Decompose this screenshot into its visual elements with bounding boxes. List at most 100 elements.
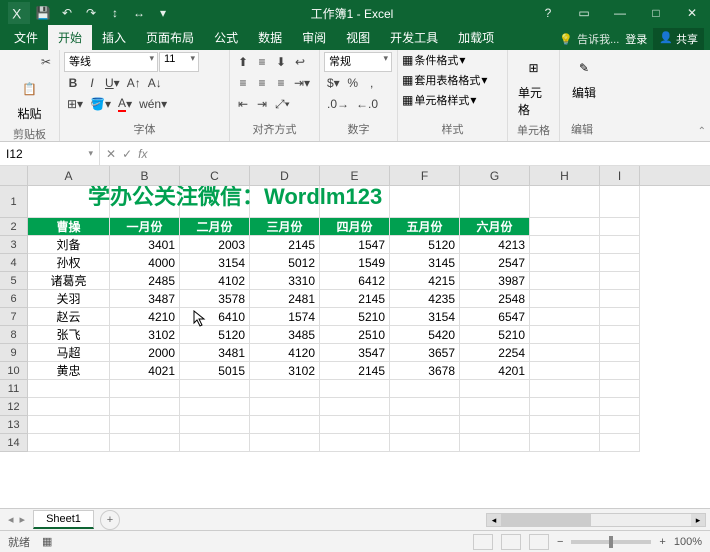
cell[interactable]: 1549 [320, 254, 390, 272]
cell[interactable]: 2481 [250, 290, 320, 308]
cell[interactable]: 曹操 [28, 218, 110, 236]
cell[interactable]: 2000 [110, 344, 180, 362]
sheet-tab[interactable]: Sheet1 [33, 510, 94, 529]
ribbon-options-icon[interactable]: ▭ [566, 3, 602, 23]
cell[interactable] [600, 326, 640, 344]
cell[interactable]: 2254 [460, 344, 530, 362]
comma-icon[interactable]: , [363, 73, 381, 93]
cell[interactable]: 3154 [180, 254, 250, 272]
cell[interactable]: 2485 [110, 272, 180, 290]
cell[interactable] [110, 434, 180, 452]
orientation-icon[interactable]: ⤢▾ [272, 94, 293, 114]
cell[interactable]: 3102 [250, 362, 320, 380]
arrow1-icon[interactable]: ↕ [104, 3, 126, 23]
cell[interactable]: 5210 [320, 308, 390, 326]
cell[interactable]: 3154 [390, 308, 460, 326]
save-icon[interactable]: 💾 [32, 3, 54, 23]
name-box[interactable]: ▾ [0, 142, 100, 165]
cell[interactable] [250, 434, 320, 452]
cell[interactable]: 5120 [180, 326, 250, 344]
cell[interactable] [390, 416, 460, 434]
cell[interactable]: 3310 [250, 272, 320, 290]
edit-button[interactable]: ✎ 编辑 [564, 52, 604, 103]
zoom-level[interactable]: 100% [674, 536, 702, 548]
cell[interactable]: 赵云 [28, 308, 110, 326]
row-header[interactable]: 10 [0, 362, 28, 380]
cell[interactable]: 四月份 [320, 218, 390, 236]
underline-icon[interactable]: U▾ [102, 73, 123, 93]
cell[interactable]: 3987 [460, 272, 530, 290]
align-middle-icon[interactable]: ≡ [253, 52, 271, 72]
cell[interactable]: 4210 [110, 308, 180, 326]
cell[interactable] [530, 308, 600, 326]
cell[interactable] [530, 236, 600, 254]
cell[interactable]: 2510 [320, 326, 390, 344]
cell[interactable]: 3678 [390, 362, 460, 380]
cell[interactable] [600, 308, 640, 326]
row-header[interactable]: 7 [0, 308, 28, 326]
align-center-icon[interactable]: ≡ [253, 73, 271, 93]
cell[interactable]: 学办公关注微信：Wordlm123 [28, 186, 110, 218]
redo-icon[interactable]: ↷ [80, 3, 102, 23]
cell[interactable]: 2145 [320, 290, 390, 308]
cell[interactable] [180, 398, 250, 416]
cell[interactable]: 2548 [460, 290, 530, 308]
tab-insert[interactable]: 插入 [92, 25, 136, 50]
cell[interactable]: 4000 [110, 254, 180, 272]
bold-icon[interactable]: B [64, 73, 82, 93]
cell[interactable] [600, 218, 640, 236]
row-header[interactable]: 1 [0, 186, 28, 218]
cell[interactable] [530, 344, 600, 362]
cell[interactable]: 3401 [110, 236, 180, 254]
cell[interactable] [250, 380, 320, 398]
cell[interactable]: 黄忠 [28, 362, 110, 380]
tab-review[interactable]: 审阅 [292, 25, 336, 50]
tab-dev[interactable]: 开发工具 [380, 25, 448, 50]
add-sheet-icon[interactable]: + [100, 510, 120, 530]
cell[interactable]: 三月份 [250, 218, 320, 236]
dec-decimal-icon[interactable]: ←.0 [353, 94, 381, 114]
italic-icon[interactable]: I [83, 73, 101, 93]
cell[interactable] [530, 218, 600, 236]
cell[interactable] [110, 398, 180, 416]
login-link[interactable]: 登录 [625, 31, 647, 47]
scroll-left-icon[interactable]: ◂ [487, 514, 501, 526]
tab-data[interactable]: 数据 [248, 25, 292, 50]
cell[interactable]: 二月份 [180, 218, 250, 236]
cell[interactable]: 4215 [390, 272, 460, 290]
cell[interactable] [600, 186, 640, 218]
cell[interactable] [530, 362, 600, 380]
share-button[interactable]: 👤共享 [653, 28, 704, 50]
cell[interactable] [530, 254, 600, 272]
row-header[interactable]: 4 [0, 254, 28, 272]
col-header[interactable]: F [390, 166, 460, 185]
number-format-select[interactable]: 常规 [324, 52, 392, 72]
close-icon[interactable]: ✕ [674, 3, 710, 23]
indent-dec-icon[interactable]: ⇤ [234, 94, 252, 114]
inc-decimal-icon[interactable]: .0→ [324, 94, 352, 114]
font-name-select[interactable]: 等线 [64, 52, 158, 72]
align-right-icon[interactable]: ≡ [272, 73, 290, 93]
cell[interactable] [530, 272, 600, 290]
maximize-icon[interactable]: □ [638, 3, 674, 23]
cell[interactable]: 3578 [180, 290, 250, 308]
cell[interactable]: 2003 [180, 236, 250, 254]
indent-inc-icon[interactable]: ⇥ [253, 94, 271, 114]
cell[interactable] [600, 362, 640, 380]
cell[interactable]: 3487 [110, 290, 180, 308]
row-header[interactable]: 3 [0, 236, 28, 254]
cell[interactable] [530, 434, 600, 452]
cond-format-button[interactable]: ▦条件格式▾ [402, 52, 465, 68]
tellme[interactable]: 💡告诉我... [559, 31, 619, 47]
col-header[interactable]: I [600, 166, 640, 185]
cell[interactable] [320, 434, 390, 452]
cell[interactable] [530, 398, 600, 416]
cell[interactable]: 3102 [110, 326, 180, 344]
table-format-button[interactable]: ▦套用表格格式▾ [402, 72, 487, 88]
cell[interactable] [110, 380, 180, 398]
border-icon[interactable]: ⊞▾ [64, 94, 86, 114]
fill-color-icon[interactable]: 🪣▾ [87, 94, 114, 114]
cell[interactable] [28, 380, 110, 398]
cell[interactable] [460, 398, 530, 416]
row-header[interactable]: 14 [0, 434, 28, 452]
